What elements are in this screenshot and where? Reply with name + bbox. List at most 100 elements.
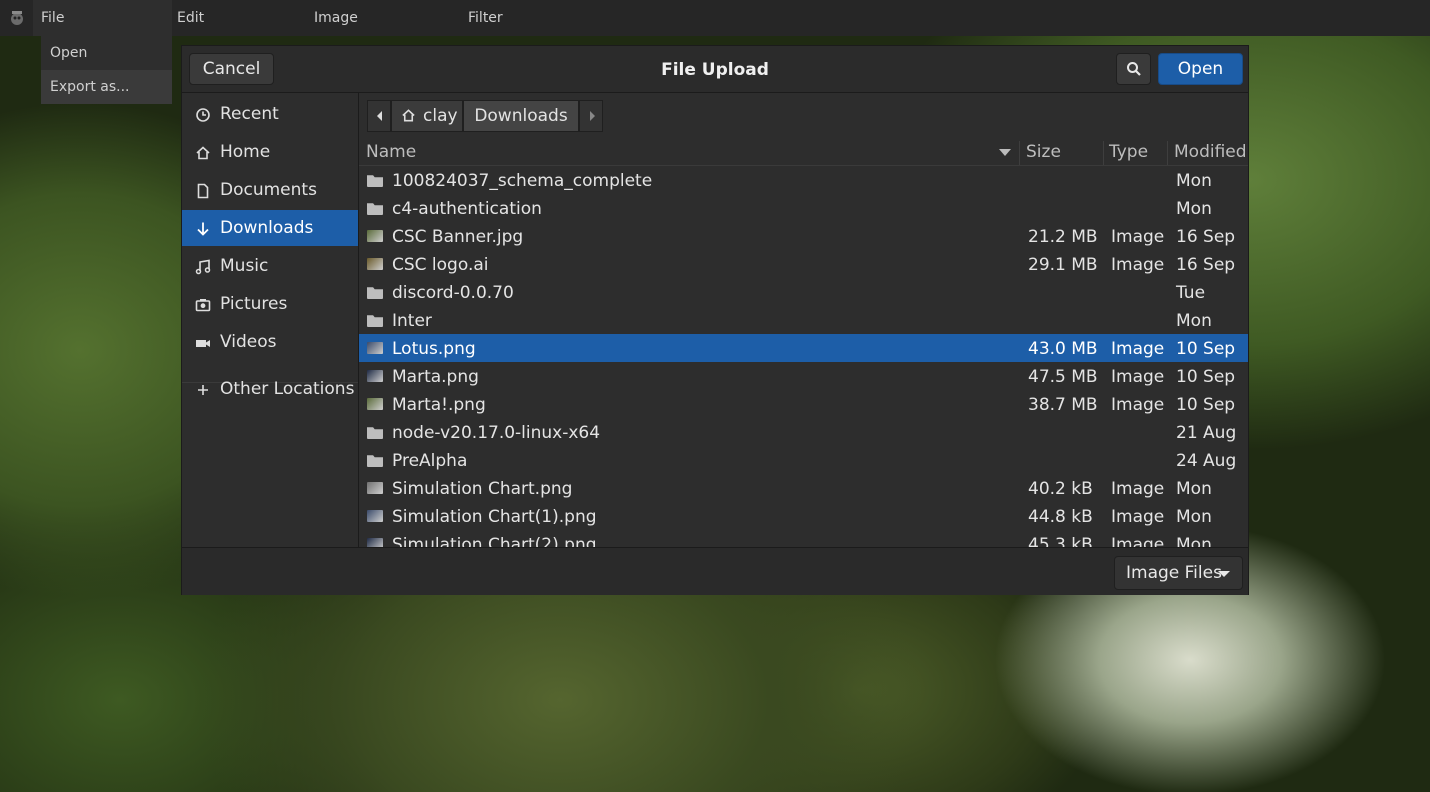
file-row[interactable]: node-v20.17.0-linux-x64 21 Aug xyxy=(359,418,1248,446)
sidebar-item-other-locations[interactable]: Other Locations xyxy=(182,371,358,407)
sidebar-item-pictures[interactable]: Pictures xyxy=(182,286,358,322)
file-type: Image xyxy=(1111,395,1165,415)
file-name: 100824037_schema_complete xyxy=(392,171,653,191)
column-divider[interactable] xyxy=(1019,141,1020,165)
column-header-size[interactable]: Size xyxy=(1026,142,1061,162)
file-name: PreAlpha xyxy=(392,451,468,471)
home-icon xyxy=(402,109,415,122)
file-type: Image xyxy=(1111,227,1165,247)
column-divider[interactable] xyxy=(1167,141,1168,165)
clock-icon xyxy=(196,108,210,122)
dialog-title: File Upload xyxy=(661,60,769,80)
path-segment-downloads[interactable]: Downloads xyxy=(463,100,579,132)
file-name: Simulation Chart.png xyxy=(392,479,573,499)
file-name: c4-authentication xyxy=(392,199,542,219)
file-row[interactable]: Marta.png 47.5 MB Image 10 Sep xyxy=(359,362,1248,390)
chevron-down-icon xyxy=(1218,571,1230,577)
file-row[interactable]: 100824037_schema_complete Mon xyxy=(359,166,1248,194)
file-size: 47.5 MB xyxy=(1028,367,1098,387)
menu-filter[interactable]: Filter xyxy=(468,10,503,26)
file-name: Marta!.png xyxy=(392,395,486,415)
file-row[interactable]: CSC Banner.jpg 21.2 MB Image 16 Sep xyxy=(359,222,1248,250)
file-row[interactable]: discord-0.0.70 Tue xyxy=(359,278,1248,306)
dialog-footer: Image Files xyxy=(182,547,1248,595)
sidebar-item-music[interactable]: Music xyxy=(182,248,358,284)
folder-icon xyxy=(367,287,383,299)
file-row[interactable]: Simulation Chart.png 40.2 kB Image Mon xyxy=(359,474,1248,502)
path-back-button[interactable] xyxy=(367,100,391,132)
file-row[interactable]: Lotus.png 43.0 MB Image 10 Sep xyxy=(359,334,1248,362)
folder-icon xyxy=(367,175,383,187)
plus-icon xyxy=(198,385,208,395)
file-size: 44.8 kB xyxy=(1028,507,1093,527)
file-row[interactable]: c4-authentication Mon xyxy=(359,194,1248,222)
file-type: Image xyxy=(1111,255,1165,275)
menu-item-open[interactable]: Open xyxy=(41,36,172,70)
file-list: Name Size Type Modified 100824037_schema… xyxy=(359,139,1248,547)
file-type: Image xyxy=(1111,507,1165,527)
file-dropdown-menu: Open Export as... xyxy=(41,36,172,104)
sort-descending-icon[interactable] xyxy=(999,149,1011,157)
path-forward-button[interactable] xyxy=(579,100,603,132)
file-modified: 16 Sep xyxy=(1176,255,1236,275)
home-icon xyxy=(196,146,210,160)
file-list-header: Name Size Type Modified xyxy=(359,139,1248,166)
file-modified: Tue xyxy=(1176,283,1206,303)
column-divider[interactable] xyxy=(1103,141,1104,165)
file-size: 29.1 MB xyxy=(1028,255,1098,275)
filter-label: Image Files xyxy=(1126,563,1222,583)
sidebar-item-label: Music xyxy=(220,256,269,276)
sidebar-item-home[interactable]: Home xyxy=(182,134,358,170)
file-row[interactable]: Inter Mon xyxy=(359,306,1248,334)
file-row[interactable]: CSC logo.ai 29.1 MB Image 16 Sep xyxy=(359,250,1248,278)
sidebar-item-videos[interactable]: Videos xyxy=(182,324,358,360)
file-modified: 10 Sep xyxy=(1176,395,1236,415)
sidebar-item-downloads[interactable]: Downloads xyxy=(182,210,358,246)
image-thumbnail-icon xyxy=(367,230,383,242)
file-type-filter-dropdown[interactable]: Image Files xyxy=(1114,556,1243,590)
file-row[interactable]: PreAlpha 24 Aug xyxy=(359,446,1248,474)
file-modified: Mon xyxy=(1176,171,1212,191)
file-row[interactable]: Simulation Chart(2).png 45.3 kB Image Mon xyxy=(359,530,1248,547)
sidebar-item-recent[interactable]: Recent xyxy=(182,96,358,132)
sidebar-item-label: Recent xyxy=(220,104,279,124)
path-segment-home[interactable]: clay xyxy=(391,100,463,132)
open-button[interactable]: Open xyxy=(1158,53,1243,85)
path-segment-label: clay xyxy=(423,106,458,126)
sidebar-item-label: Home xyxy=(220,142,271,162)
file-type: Image xyxy=(1111,367,1165,387)
file-row[interactable]: Marta!.png 38.7 MB Image 10 Sep xyxy=(359,390,1248,418)
file-modified: Mon xyxy=(1176,535,1212,547)
file-modified: 16 Sep xyxy=(1176,227,1236,247)
app-logo-icon xyxy=(11,11,23,25)
image-thumbnail-icon xyxy=(367,482,383,494)
file-size: 21.2 MB xyxy=(1028,227,1098,247)
file-modified: Mon xyxy=(1176,199,1212,219)
column-header-type[interactable]: Type xyxy=(1109,142,1148,162)
image-thumbnail-icon xyxy=(367,342,383,354)
menu-edit[interactable]: Edit xyxy=(177,10,204,26)
sidebar-item-documents[interactable]: Documents xyxy=(182,172,358,208)
file-name: CSC logo.ai xyxy=(392,255,489,275)
file-size: 40.2 kB xyxy=(1028,479,1093,499)
folder-icon xyxy=(367,427,383,439)
file-name: Lotus.png xyxy=(392,339,476,359)
folder-icon xyxy=(367,203,383,215)
search-button[interactable] xyxy=(1116,53,1151,85)
file-name: discord-0.0.70 xyxy=(392,283,514,303)
column-header-name[interactable]: Name xyxy=(366,142,416,162)
file-size: 43.0 MB xyxy=(1028,339,1098,359)
column-header-modified[interactable]: Modified xyxy=(1174,142,1247,162)
menu-image[interactable]: Image xyxy=(314,10,358,26)
file-row[interactable]: Simulation Chart(1).png 44.8 kB Image Mon xyxy=(359,502,1248,530)
chevron-right-icon xyxy=(590,111,595,121)
file-upload-dialog: Cancel File Upload Open Recent Home Docu… xyxy=(181,45,1249,595)
menu-item-export-as[interactable]: Export as... xyxy=(41,70,172,104)
file-name: node-v20.17.0-linux-x64 xyxy=(392,423,601,443)
chevron-left-icon xyxy=(377,111,382,121)
image-thumbnail-icon xyxy=(367,258,383,270)
file-name: CSC Banner.jpg xyxy=(392,227,524,247)
menu-file[interactable]: File xyxy=(41,10,64,26)
video-camera-icon xyxy=(196,340,210,347)
file-modified: Mon xyxy=(1176,311,1212,331)
